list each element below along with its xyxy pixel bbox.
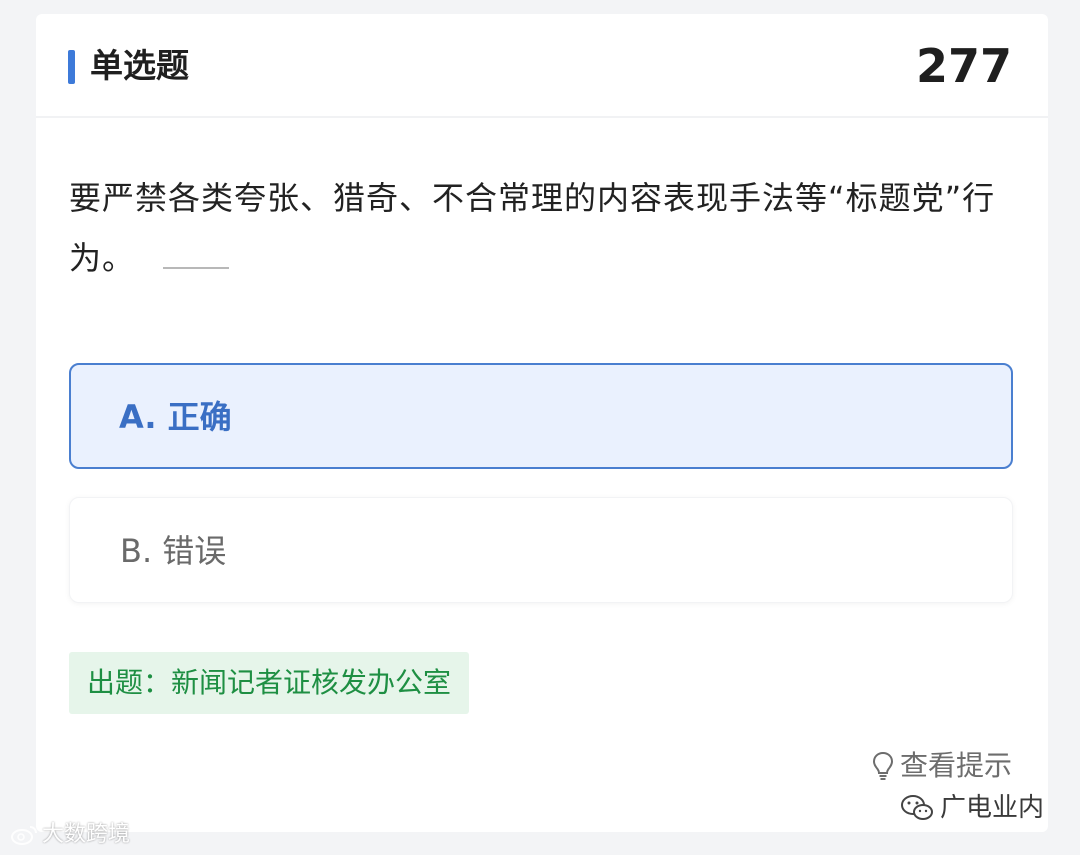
watermark-left-text: 大数跨境	[42, 822, 131, 847]
watermark-right-text: 广电业内	[939, 793, 1044, 823]
weibo-icon	[11, 826, 37, 845]
question-card: 单选题 277 要严禁各类夸张、猎奇、不合常理的内容表现手法等“标题党”行为。 …	[36, 14, 1048, 832]
card-header: 单选题 277	[36, 14, 1048, 118]
option-b-button[interactable]: B. 错误	[69, 497, 1013, 603]
lightbulb-icon	[872, 751, 893, 780]
option-a-button[interactable]: A. 正确	[69, 363, 1013, 469]
option-b-label: B. 错误	[120, 532, 227, 570]
view-hint-label: 查看提示	[899, 749, 1012, 782]
question-count: 277	[915, 39, 1012, 93]
accent-bar	[68, 50, 75, 84]
view-hint-button[interactable]: 查看提示	[872, 744, 1012, 788]
question-stem: 要严禁各类夸张、猎奇、不合常理的内容表现手法等“标题党”行为。	[69, 168, 1019, 288]
option-a-label: A. 正确	[119, 398, 232, 436]
watermark-right: 广电业内	[900, 790, 1044, 826]
source-badge: 出题：新闻记者证核发办公室	[69, 652, 470, 714]
answer-blank	[163, 233, 230, 269]
wechat-icon	[900, 795, 933, 820]
watermark-left: 大数跨境	[10, 820, 130, 850]
question-type-title: 单选题	[90, 46, 189, 85]
